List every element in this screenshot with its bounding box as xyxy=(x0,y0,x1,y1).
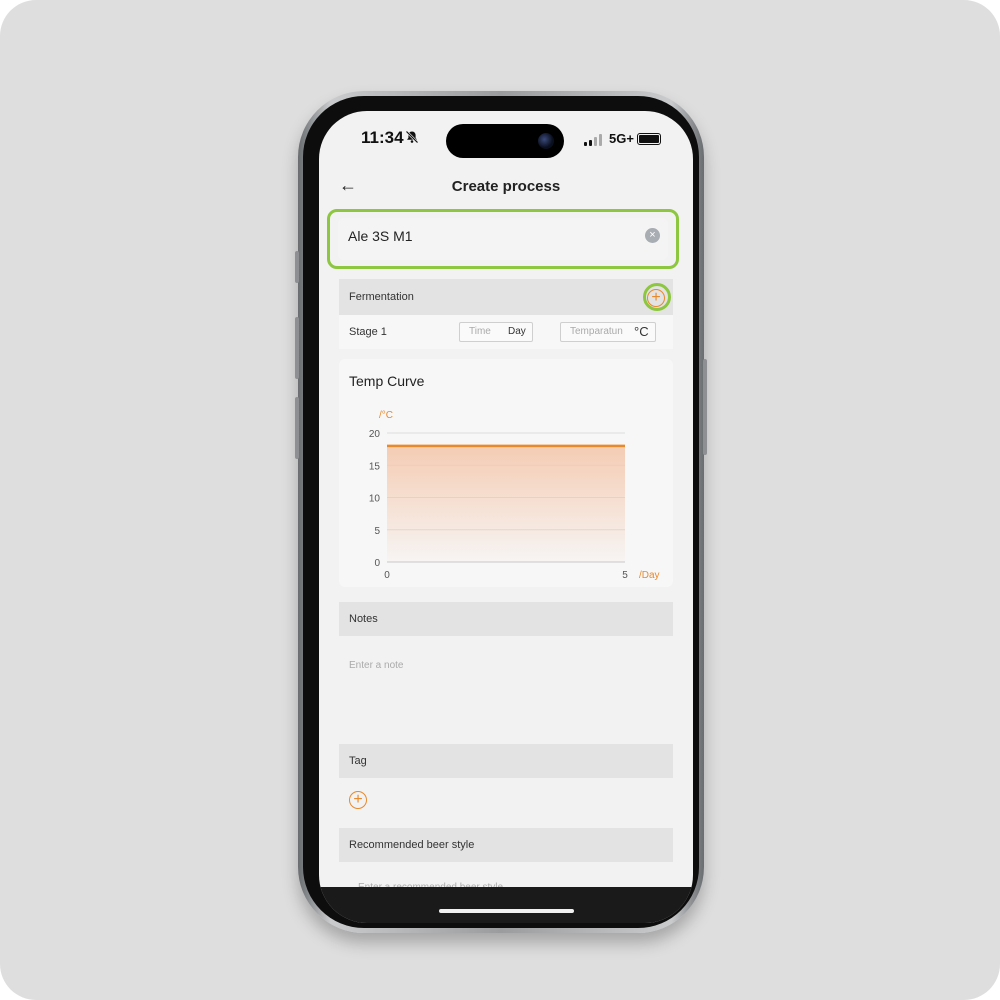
notes-label: Notes xyxy=(349,613,378,625)
temp-curve-chart: /°C /Day 20 15 10 5 00 5 xyxy=(369,410,660,581)
process-name-highlight: Ale 3S M1 × xyxy=(327,209,679,269)
y-tick-label: 20 xyxy=(369,429,381,440)
series-area xyxy=(387,445,625,562)
process-name-input[interactable]: Ale 3S M1 × xyxy=(338,218,668,260)
time-placeholder: Time xyxy=(469,326,491,337)
volume-up-button xyxy=(295,317,299,379)
tag-row: + xyxy=(339,778,673,828)
stage-time-input[interactable]: Time Day xyxy=(459,322,533,342)
add-stage-plus-icon[interactable]: + xyxy=(647,289,665,307)
clear-icon[interactable]: × xyxy=(645,228,660,243)
temperature-placeholder: Temparatun xyxy=(570,326,623,337)
notes-input[interactable]: Enter a note xyxy=(339,636,673,744)
x-axis-label: /Day xyxy=(639,570,660,581)
y-tick-label: 0 xyxy=(374,558,380,569)
fermentation-label: Fermentation xyxy=(349,291,414,303)
screen: 11:34 5G+ ← Create process Ale 3S M1 × F… xyxy=(319,111,693,923)
power-button xyxy=(703,359,707,455)
action-button xyxy=(295,251,299,283)
y-tick-label: 15 xyxy=(369,461,381,472)
tag-label: Tag xyxy=(349,755,367,767)
beer-style-label: Recommended beer style xyxy=(349,839,475,851)
bell-muted-icon xyxy=(405,130,419,147)
y-tick-label: 10 xyxy=(369,494,381,505)
process-name-value: Ale 3S M1 xyxy=(348,228,413,244)
page-title: Create process xyxy=(451,178,561,195)
notes-section-header: Notes xyxy=(339,602,673,636)
add-tag-plus-icon[interactable]: + xyxy=(349,791,367,809)
battery-icon xyxy=(637,133,661,145)
home-indicator[interactable] xyxy=(439,909,574,913)
stage-row: Stage 1 Time Day Temparatun °C xyxy=(339,315,673,349)
phone-frame: 11:34 5G+ ← Create process Ale 3S M1 × F… xyxy=(295,91,707,933)
stage-temperature-input[interactable]: Temparatun °C xyxy=(560,322,656,342)
tag-section-header: Tag xyxy=(339,744,673,778)
clock: 11:34 xyxy=(361,128,404,147)
notes-placeholder: Enter a note xyxy=(349,660,404,671)
signal-icon xyxy=(584,134,602,146)
y-axis-label: /°C xyxy=(379,410,393,421)
y-tick-label: 5 xyxy=(374,526,380,537)
fermentation-section-header: Fermentation + xyxy=(339,279,673,315)
time-unit: Day xyxy=(508,326,526,337)
temperature-unit: °C xyxy=(634,324,649,339)
x-tick-label: 0 xyxy=(384,570,390,581)
phone-bezel: 11:34 5G+ ← Create process Ale 3S M1 × F… xyxy=(303,96,699,928)
temp-curve-card: Temp Curve /°C /Day 20 15 10 5 0 0 5 xyxy=(339,359,673,587)
stage-label: Stage 1 xyxy=(349,326,387,338)
volume-down-button xyxy=(295,397,299,459)
status-bar: 11:34 5G+ xyxy=(319,126,693,156)
network-type: 5G+ xyxy=(609,131,634,146)
app-header: ← Create process xyxy=(319,173,693,203)
x-tick-label: 5 xyxy=(622,570,628,581)
beer-style-section-header: Recommended beer style xyxy=(339,828,673,862)
home-bar-area xyxy=(319,887,693,923)
